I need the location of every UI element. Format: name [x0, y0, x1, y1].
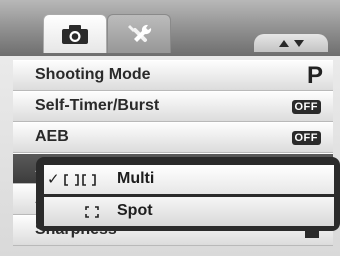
menu-header	[0, 0, 340, 56]
option-label: Spot	[117, 202, 153, 219]
metering-submenu: ✓ Multi Spot	[36, 157, 340, 231]
option-multi[interactable]: ✓ Multi	[44, 165, 334, 194]
camera-menu-screen: Shooting Mode P Self-Timer/Burst OFF AEB…	[0, 0, 340, 256]
option-spot[interactable]: Spot	[44, 197, 334, 226]
menu-row-label: Self-Timer/Burst	[35, 97, 160, 114]
menu-row-label: AEB	[35, 128, 69, 145]
menu-row-aeb[interactable]: AEB OFF	[13, 122, 333, 153]
tab-setup[interactable]	[107, 14, 171, 53]
menu-row-value: P	[306, 62, 323, 89]
spot-metering-icon	[85, 206, 99, 218]
tab-camera[interactable]	[43, 14, 107, 53]
scroll-arrows[interactable]	[254, 34, 328, 52]
menu-row-shooting-mode[interactable]: Shooting Mode P	[13, 60, 333, 91]
wrench-icon	[128, 24, 152, 42]
option-label: Multi	[117, 170, 155, 187]
camera-icon	[62, 25, 88, 44]
multi-metering-icon	[64, 174, 96, 186]
menu-row-self-timer[interactable]: Self-Timer/Burst OFF	[13, 91, 333, 122]
up-down-arrows-icon	[279, 40, 304, 47]
menu-row-label: Shooting Mode	[35, 66, 151, 83]
checkmark-icon: ✓	[47, 171, 60, 188]
off-badge: OFF	[291, 100, 321, 114]
off-badge: OFF	[291, 131, 321, 145]
